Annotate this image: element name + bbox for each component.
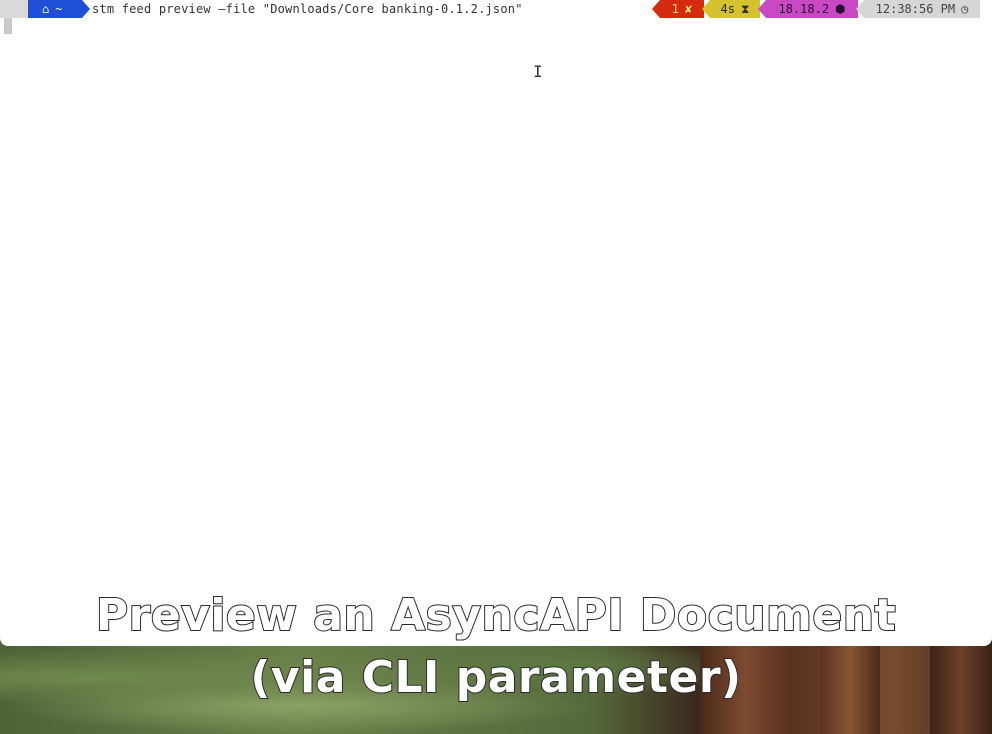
home-icon: ⌂ bbox=[42, 2, 50, 16]
node-version-label: 18.18.2 bbox=[778, 2, 830, 16]
command-text[interactable]: stm feed preview —file "Downloads/Core b… bbox=[92, 0, 523, 18]
duration-label: 4s bbox=[720, 2, 735, 16]
terminal-cursor bbox=[4, 18, 12, 34]
caption-title: Preview an AsyncAPI Document bbox=[95, 589, 897, 642]
error-icon: ✘ bbox=[685, 2, 693, 16]
duration-segment: 4s ⧗ bbox=[702, 0, 760, 18]
os-segment bbox=[0, 0, 36, 18]
directory-label: ~ bbox=[55, 2, 63, 16]
exit-code: 1 bbox=[671, 2, 679, 16]
time-label: 12:38:56 PM bbox=[875, 2, 956, 16]
prompt-line: ⌂ ~ stm feed preview —file "Downloads/Co… bbox=[0, 0, 992, 18]
hourglass-icon: ⧗ bbox=[741, 2, 750, 16]
node-version-segment: 18.18.2 ⬢ bbox=[758, 0, 858, 18]
clock-icon: ◷ bbox=[961, 2, 969, 16]
node-icon: ⬢ bbox=[835, 2, 846, 16]
terminal-window[interactable]: ⌂ ~ stm feed preview —file "Downloads/Co… bbox=[0, 0, 992, 646]
caption-subtitle: (via CLI parameter) bbox=[249, 651, 742, 704]
clock-segment: 12:38:56 PM ◷ bbox=[856, 0, 980, 18]
exit-status-segment: 1 ✘ bbox=[652, 0, 704, 18]
text-cursor-icon: I bbox=[533, 62, 543, 81]
directory-segment: ⌂ ~ bbox=[28, 0, 90, 18]
